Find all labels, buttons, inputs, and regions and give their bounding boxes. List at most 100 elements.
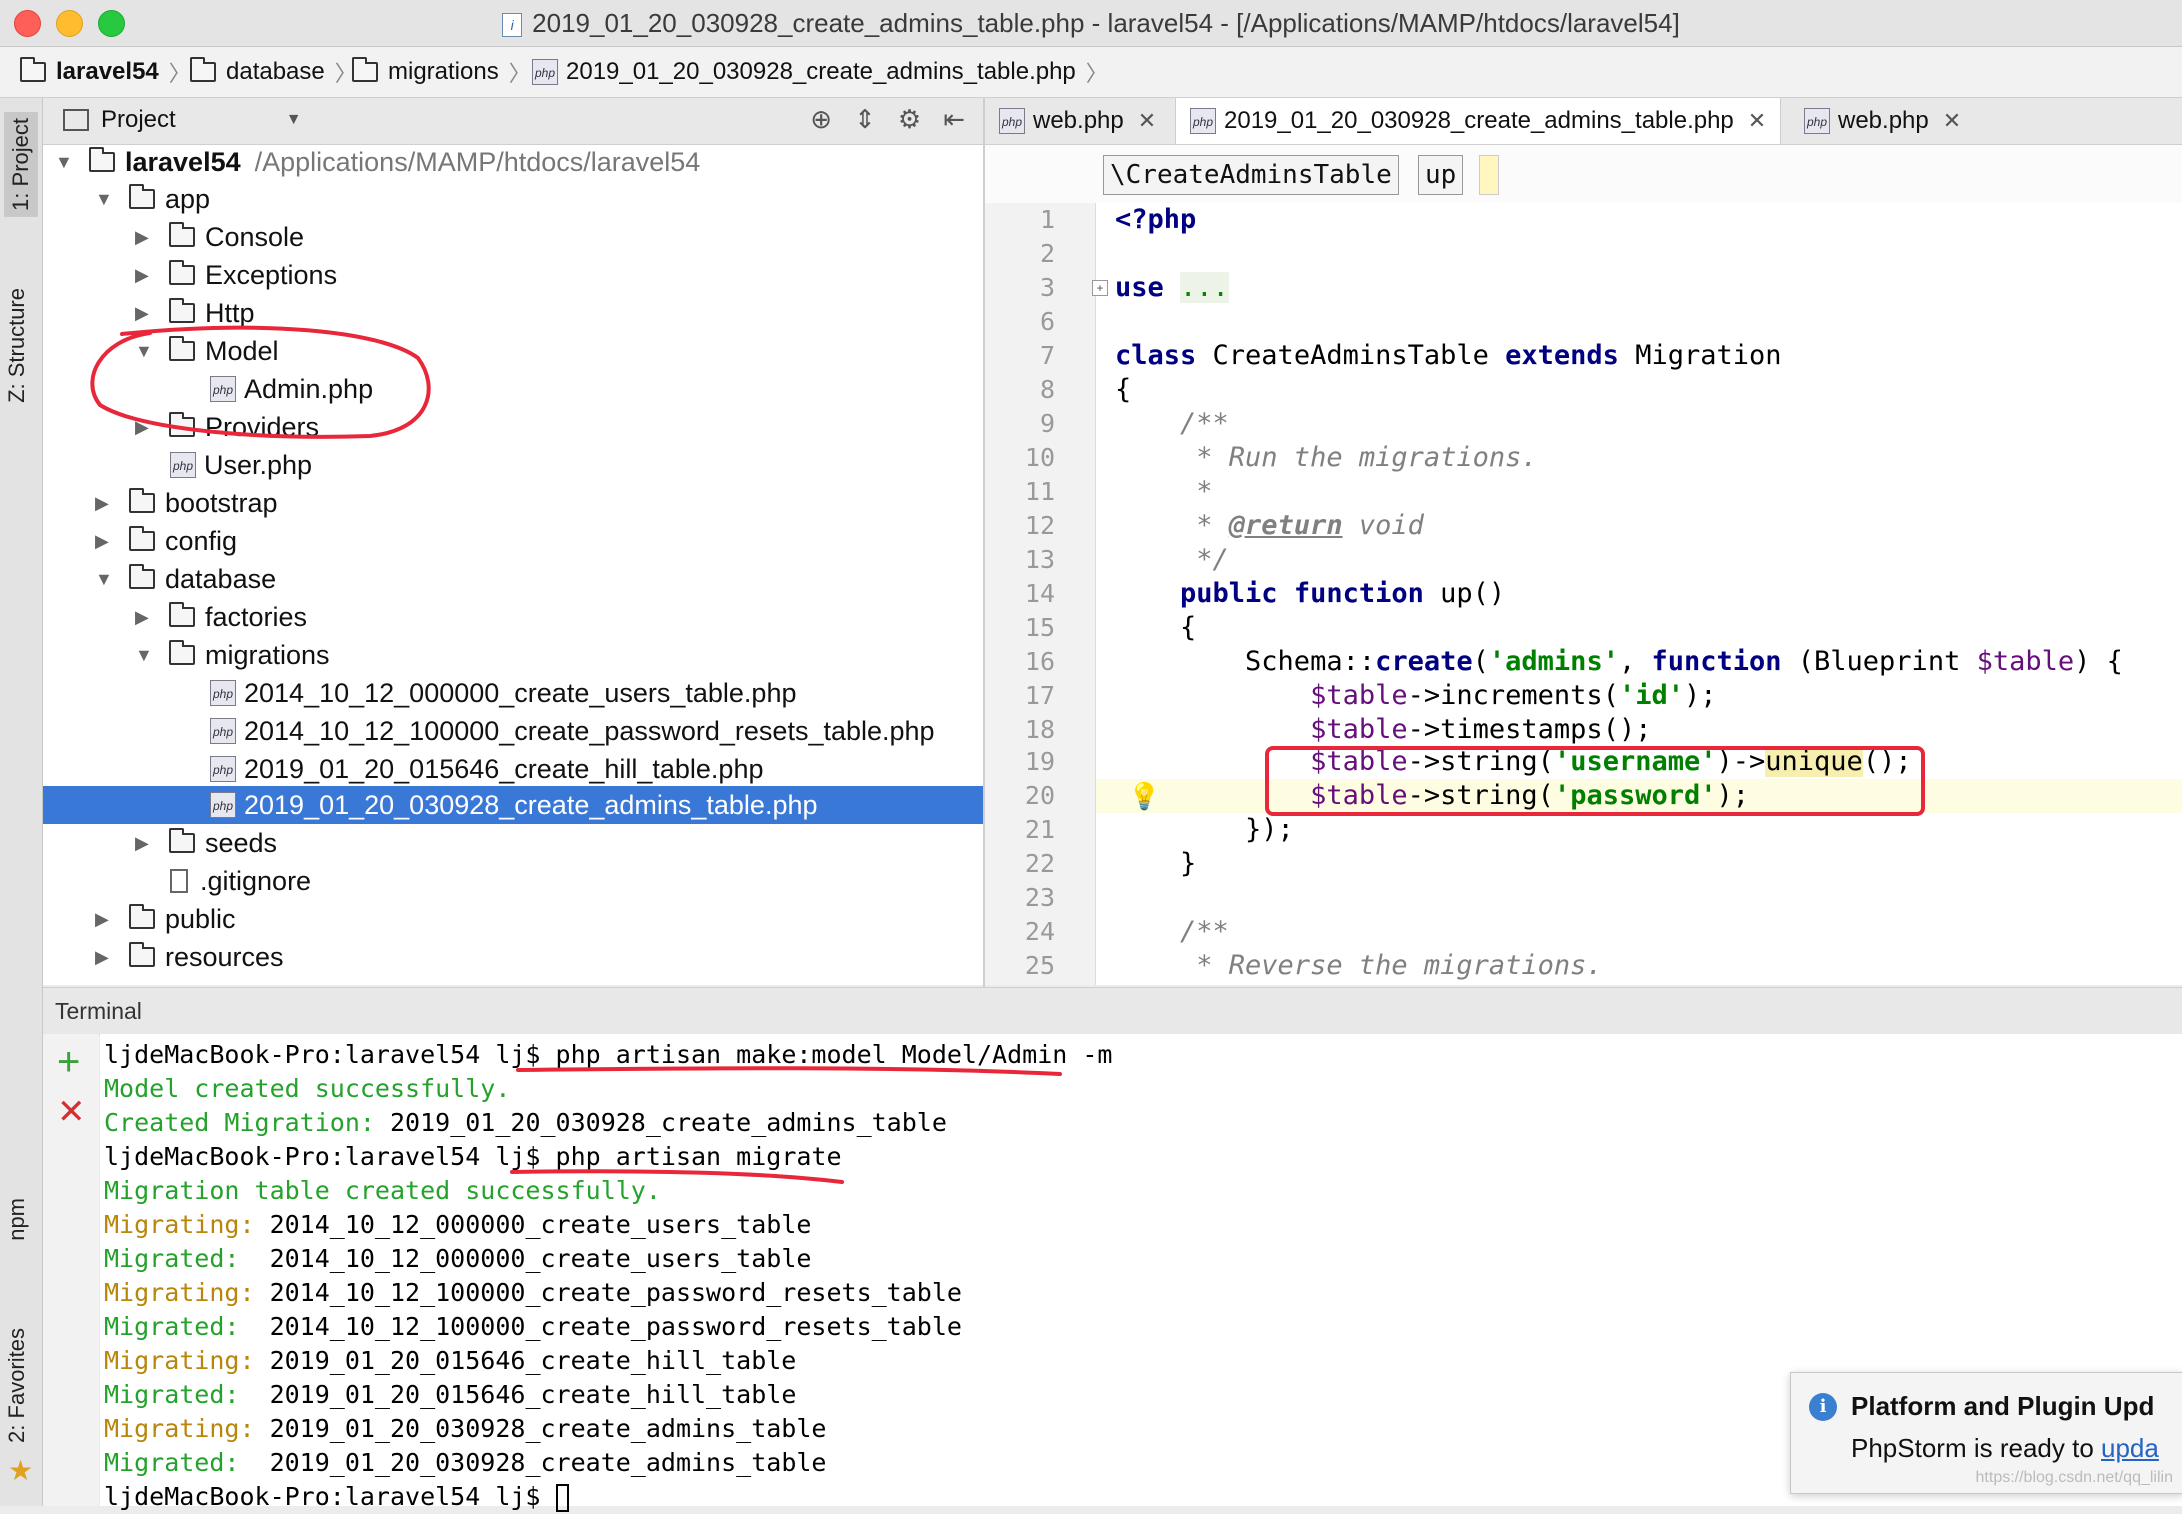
tree-item[interactable]: ▶ Exceptions: [135, 256, 337, 294]
code-line[interactable]: public function up(): [1115, 577, 1505, 611]
tree-item[interactable]: ▶ Providers: [135, 408, 319, 446]
fold-expand-icon[interactable]: +: [1092, 280, 1108, 296]
terminal-cursor: [555, 1484, 569, 1512]
gear-icon[interactable]: ⚙: [898, 104, 921, 135]
editor-tab[interactable]: php web.php ✕: [1790, 98, 1975, 144]
editor-tab[interactable]: php web.php ✕: [985, 98, 1170, 144]
tree-item[interactable]: ▶ resources: [95, 938, 284, 976]
tree-item[interactable]: ▶ Console: [135, 218, 304, 256]
tree-item[interactable]: php 2019_01_20_015646_create_hill_table.p…: [210, 750, 763, 788]
code-line[interactable]: $table->string('username')->unique();: [1115, 745, 1912, 779]
locate-icon[interactable]: ⊕: [810, 104, 832, 135]
folder-icon: [169, 828, 195, 853]
watermark: https://blog.csdn.net/qq_lilin: [1975, 1469, 2173, 1486]
tree-item[interactable]: php 2014_10_12_100000_create_password_res…: [210, 712, 935, 750]
structure-tool-tab[interactable]: Z: Structure: [4, 288, 30, 403]
tree-root[interactable]: ▼ laravel54/Applications/MAMP/htdocs/lar…: [55, 143, 700, 181]
code-line[interactable]: /**: [1115, 407, 1229, 441]
tree-item[interactable]: ▶ seeds: [135, 824, 277, 862]
terminal-line: ljdeMacBook-Pro:laravel54 lj$: [104, 1480, 569, 1514]
title-bar: i 2019_01_20_030928_create_admins_table.p…: [0, 0, 2182, 47]
favorites-tool-tab[interactable]: 2: Favorites: [4, 1328, 30, 1443]
php-file-icon: php: [210, 792, 236, 818]
php-file-icon: php: [999, 108, 1025, 134]
code-line[interactable]: /**: [1115, 915, 1229, 949]
folder-icon: [129, 942, 155, 967]
project-tool-tab[interactable]: 1: Project: [4, 112, 38, 217]
close-tab-icon[interactable]: ✕: [1748, 108, 1766, 134]
code-line[interactable]: use ...: [1115, 271, 1229, 305]
tree-item[interactable]: .gitignore: [170, 862, 311, 900]
folder-icon: [169, 602, 195, 627]
tree-item[interactable]: php Admin.php: [210, 370, 373, 408]
code-line[interactable]: $table->string('password');: [1115, 779, 1749, 813]
line-number: 22: [1024, 849, 1055, 878]
folder-icon: [169, 640, 195, 665]
update-notification[interactable]: i Platform and Plugin Upd PhpStorm is re…: [1790, 1372, 2182, 1494]
close-tab-icon[interactable]: ✕: [1943, 108, 1961, 134]
star-icon: ★: [8, 1455, 34, 1486]
php-file-icon: php: [170, 452, 196, 478]
code-line[interactable]: class CreateAdminsTable extends Migratio…: [1115, 339, 1782, 373]
code-line[interactable]: * Reverse the migrations.: [1115, 949, 1602, 983]
code-line[interactable]: Schema::create('admins', function (Bluep…: [1115, 645, 2123, 679]
navigation-bar: laravel54 〉 database 〉 migrations 〉 php 201…: [0, 47, 2182, 98]
terminal-line: ljdeMacBook-Pro:laravel54 lj$ php artisa…: [104, 1040, 1113, 1069]
breadcrumb-file[interactable]: php 2019_01_20_030928_create_admins_tabl…: [532, 56, 1108, 88]
line-number: 19: [1024, 747, 1055, 776]
left-tool-stripe: 1: Project Z: Structure npm 2: Favorites…: [0, 98, 43, 1506]
tree-item[interactable]: php 2014_10_12_000000_create_users_table.…: [210, 674, 797, 712]
terminal-line: Migrating: 2019_01_20_015646_create_hill…: [104, 1346, 797, 1375]
npm-tool-tab[interactable]: npm: [4, 1198, 30, 1241]
folder-icon: [169, 222, 195, 247]
code-line[interactable]: }: [1115, 847, 1196, 881]
project-view-selector[interactable]: Project ▼: [63, 106, 302, 134]
tree-item[interactable]: ▶ factories: [135, 598, 307, 636]
code-line[interactable]: * Run the migrations.: [1115, 441, 1537, 475]
chevron-down-icon: ▼: [285, 111, 302, 128]
tree-item[interactable]: ▼ app: [95, 180, 210, 218]
code-breadcrumb-bar: \CreateAdminsTable up: [985, 145, 2182, 204]
collapse-all-icon[interactable]: ⇕: [854, 104, 876, 135]
tree-item[interactable]: ▶ bootstrap: [95, 484, 278, 522]
code-line[interactable]: * @return void: [1115, 509, 1424, 543]
tree-item[interactable]: ▼ database: [95, 560, 276, 598]
breadcrumb-project[interactable]: laravel54 〉: [20, 56, 191, 88]
line-number: 12: [1024, 511, 1055, 540]
code-line[interactable]: {: [1115, 611, 1196, 645]
tree-item-selected[interactable]: php 2019_01_20_030928_create_admins_table…: [210, 786, 818, 824]
code-line[interactable]: {: [1115, 373, 1131, 407]
breadcrumb-migrations[interactable]: migrations 〉: [352, 56, 531, 88]
code-line[interactable]: *: [1115, 475, 1212, 509]
code-line[interactable]: <?php: [1115, 203, 1196, 237]
tree-item[interactable]: ▶ config: [95, 522, 237, 560]
tree-item[interactable]: ▶ public: [95, 900, 236, 938]
line-number: 25: [1024, 951, 1055, 980]
code-breadcrumb-class[interactable]: \CreateAdminsTable: [1103, 155, 1399, 195]
folder-icon: [169, 336, 195, 361]
code-line[interactable]: });: [1115, 813, 1294, 847]
code-line[interactable]: $table->increments('id');: [1115, 679, 1716, 713]
breadcrumb-database[interactable]: database 〉: [190, 56, 357, 88]
text-file-icon: [170, 869, 188, 893]
editor-tab-active[interactable]: php 2019_01_20_030928_create_admins_table…: [1175, 98, 1782, 144]
folder-icon: [169, 260, 195, 285]
terminal-line: Migrated: 2014_10_12_000000_create_users…: [104, 1244, 812, 1273]
tree-item[interactable]: php User.php: [170, 446, 312, 484]
line-number: 2: [1039, 239, 1055, 268]
folder-icon: [129, 184, 155, 209]
php-file-icon: php: [210, 756, 236, 782]
hide-panel-icon[interactable]: ⇤: [943, 104, 965, 135]
close-tab-icon[interactable]: ✕: [1138, 108, 1156, 134]
new-session-icon[interactable]: +: [57, 1042, 80, 1082]
tree-item[interactable]: ▶ Http: [135, 294, 255, 332]
code-breadcrumb-method[interactable]: up: [1418, 155, 1464, 195]
update-link[interactable]: upda: [2101, 1433, 2159, 1463]
lightbulb-icon[interactable]: 💡: [1128, 781, 1160, 812]
close-session-icon[interactable]: ✕: [57, 1092, 86, 1132]
code-line[interactable]: */: [1115, 543, 1229, 577]
code-line[interactable]: $table->timestamps();: [1115, 713, 1651, 747]
tree-item[interactable]: ▼ Model: [135, 332, 279, 370]
tree-item[interactable]: ▼ migrations: [135, 636, 330, 674]
folder-icon: [169, 412, 195, 437]
